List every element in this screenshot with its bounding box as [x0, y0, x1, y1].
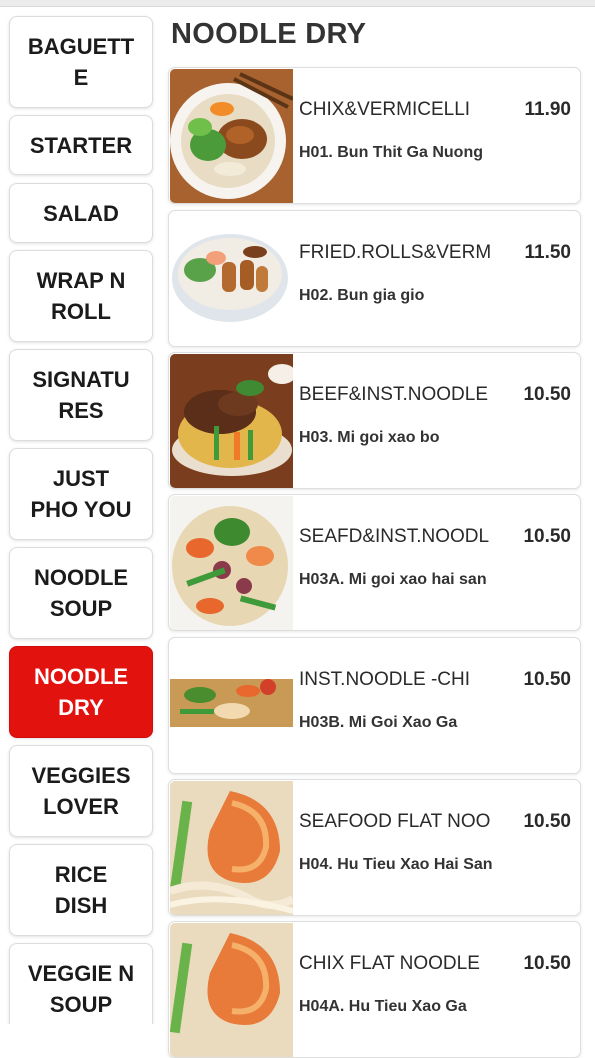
- item-description: H03. Mi goi xao bo: [299, 429, 440, 446]
- item-price: 10.50: [523, 953, 571, 974]
- item-description: H04A. Hu Tieu Xao Ga: [299, 998, 467, 1015]
- chicken-flat-noodle-photo: [170, 923, 293, 1057]
- item-price: 10.50: [523, 526, 571, 547]
- menu-item-card[interactable]: FRIED.ROLLS&VERM 11.50 H02. Bun gia gio: [168, 210, 581, 347]
- category-just-pho-you[interactable]: JUST PHO YOU: [9, 448, 153, 540]
- seafood-instant-noodle-photo: [170, 496, 293, 630]
- item-price: 11.50: [524, 242, 572, 263]
- chicken-vermicelli-photo: [170, 69, 293, 203]
- menu-item-card[interactable]: CHIX&VERMICELLI 11.90 H01. Bun Thit Ga N…: [168, 67, 581, 204]
- item-name: CHIX FLAT NOODLE: [299, 953, 480, 974]
- seafood-flat-noodle-photo: [170, 781, 293, 915]
- category-sidebar: BAGUETT E STARTER SALAD WRAP N ROLL SIGN…: [0, 12, 162, 1024]
- item-name: CHIX&VERMICELLI: [299, 99, 471, 120]
- menu-item-card[interactable]: SEAFD&INST.NOODL 10.50 H03A. Mi goi xao …: [168, 494, 581, 631]
- item-description: H01. Bun Thit Ga Nuong: [299, 144, 483, 161]
- item-name: SEAFOOD FLAT NOO: [299, 811, 491, 832]
- page-title: NOODLE DRY: [171, 18, 367, 50]
- fried-rolls-vermicelli-photo: [170, 212, 293, 346]
- item-name: INST.NOODLE -CHI: [299, 669, 471, 690]
- item-price: 10.50: [523, 669, 571, 690]
- item-name: BEEF&INST.NOODLE: [299, 384, 488, 405]
- item-price: 10.50: [523, 384, 571, 405]
- category-wrap-n-roll[interactable]: WRAP N ROLL: [9, 250, 153, 342]
- category-noodle-soup[interactable]: NOODLE SOUP: [9, 547, 153, 639]
- category-veggie-n-soup[interactable]: VEGGIE N SOUP: [9, 943, 153, 1024]
- item-name: FRIED.ROLLS&VERM: [299, 242, 492, 263]
- item-description: H02. Bun gia gio: [299, 287, 425, 304]
- category-starter[interactable]: STARTER: [9, 115, 153, 175]
- item-name: SEAFD&INST.NOODL: [299, 526, 490, 547]
- menu-item-card[interactable]: INST.NOODLE -CHI 10.50 H03B. Mi Goi Xao …: [168, 637, 581, 774]
- item-description: H04. Hu Tieu Xao Hai San: [299, 856, 493, 873]
- chicken-instant-noodle-photo: [170, 639, 293, 773]
- menu-item-card[interactable]: CHIX FLAT NOODLE 10.50 H04A. Hu Tieu Xao…: [168, 921, 581, 1058]
- category-veggies-lover[interactable]: VEGGIES LOVER: [9, 745, 153, 837]
- category-noodle-dry[interactable]: NOODLE DRY: [9, 646, 153, 738]
- item-price: 11.90: [524, 99, 572, 120]
- category-signatures[interactable]: SIGNATU RES: [9, 349, 153, 441]
- menu-item-card[interactable]: SEAFOOD FLAT NOO 10.50 H04. Hu Tieu Xao …: [168, 779, 581, 916]
- category-baguette[interactable]: BAGUETT E: [9, 16, 153, 108]
- category-rice-dish[interactable]: RICE DISH: [9, 844, 153, 936]
- menu-item-card[interactable]: BEEF&INST.NOODLE 10.50 H03. Mi goi xao b…: [168, 352, 581, 489]
- item-description: H03B. Mi Goi Xao Ga: [299, 714, 458, 731]
- beef-instant-noodle-photo: [170, 354, 293, 488]
- top-bar: [0, 0, 595, 7]
- item-description: H03A. Mi goi xao hai san: [299, 571, 487, 588]
- item-price: 10.50: [523, 811, 571, 832]
- category-salad[interactable]: SALAD: [9, 183, 153, 243]
